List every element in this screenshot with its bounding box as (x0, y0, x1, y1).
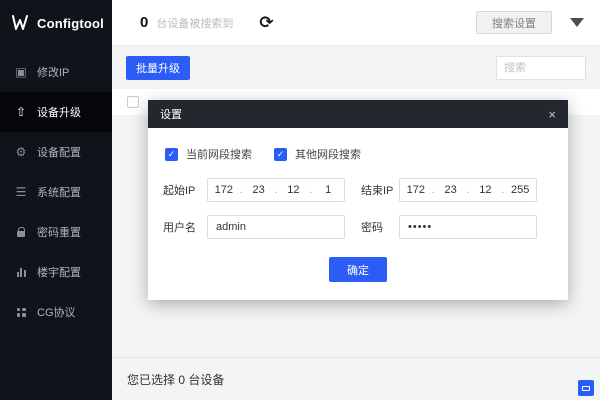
device-config-icon: ⚙ (15, 145, 27, 159)
end-ip-octet-1[interactable]: 172 (400, 184, 432, 196)
close-icon[interactable]: × (548, 108, 556, 121)
sidebar-item-label: CG协议 (37, 307, 76, 319)
start-ip-label: 起始IP (163, 185, 196, 197)
toolbar: 批量升级 (112, 46, 600, 89)
start-ip-octet-1[interactable]: 172 (208, 184, 240, 196)
filter-icon[interactable] (570, 18, 584, 27)
sidebar-item-label: 修改IP (37, 67, 70, 79)
username-input[interactable] (207, 215, 345, 239)
protocol-grid-icon (14, 307, 28, 317)
building-config-icon (14, 267, 28, 277)
select-all-checkbox[interactable] (127, 96, 139, 108)
device-count: 0 (140, 14, 149, 31)
app-title: Configtool (37, 15, 104, 31)
search-settings-button[interactable]: 搜索设置 (476, 11, 552, 34)
ok-button[interactable]: 确定 (329, 257, 387, 282)
system-config-icon: ☰ (15, 185, 27, 199)
sidebar-item-system-config[interactable]: ☰ 系统配置 (0, 172, 112, 212)
search-input[interactable] (504, 62, 578, 74)
sidebar-item-cg-protocol[interactable]: CG协议 (0, 292, 112, 332)
end-ip-label: 结束IP (361, 185, 394, 197)
password-label: 密码 (361, 222, 383, 234)
password-input[interactable] (399, 215, 537, 239)
sidebar-item-label: 设备配置 (37, 147, 81, 159)
footer-bar: 您已选择 0 台设备 (112, 357, 600, 400)
sidebar: Configtool ▣ 修改IP ⇧ 设备升级 ⚙ 设备配置 ☰ 系统配置 密… (0, 0, 112, 400)
lock-icon (14, 226, 28, 237)
subnet-checkbox-row: ✓ 当前网段搜索 ✓ 其他网段搜索 (163, 146, 553, 162)
settings-modal: 设置 × ✓ 当前网段搜索 ✓ 其他网段搜索 起始IP 172 . 23 . 1 (148, 100, 568, 300)
checkbox-other-subnet[interactable]: ✓ (274, 147, 287, 161)
batch-upgrade-button[interactable]: 批量升级 (126, 56, 190, 80)
app-logo-icon (12, 15, 28, 30)
modal-header: 设置 × (148, 100, 568, 128)
modal-title: 设置 (160, 109, 182, 121)
sidebar-item-building-config[interactable]: 楼宇配置 (0, 252, 112, 292)
checkbox-current-subnet-label: 当前网段搜索 (186, 149, 252, 161)
modal-footer: 确定 (163, 257, 553, 282)
app-window: Configtool ▣ 修改IP ⇧ 设备升级 ⚙ 设备配置 ☰ 系统配置 密… (0, 0, 600, 400)
check-icon: ✓ (276, 148, 285, 159)
end-ip-input[interactable]: 172 . 23 . 12 . 255 (399, 178, 537, 202)
end-ip-octet-2[interactable]: 23 (435, 184, 467, 196)
sidebar-item-label: 密码重置 (37, 227, 81, 239)
sidebar-menu: ▣ 修改IP ⇧ 设备升级 ⚙ 设备配置 ☰ 系统配置 密码重置 楼宇配置 CG… (0, 52, 112, 332)
check-icon: ✓ (167, 148, 176, 159)
start-ip-octet-2[interactable]: 23 (243, 184, 275, 196)
modify-ip-icon: ▣ (15, 65, 27, 79)
checkbox-other-subnet-label: 其他网段搜索 (295, 149, 361, 161)
sidebar-item-device-config[interactable]: ⚙ 设备配置 (0, 132, 112, 172)
sidebar-item-label: 设备升级 (37, 107, 81, 119)
sidebar-item-device-upgrade[interactable]: ⇧ 设备升级 (0, 92, 112, 132)
search-box[interactable] (496, 56, 586, 80)
device-upgrade-icon: ⇧ (15, 105, 27, 119)
sidebar-item-label: 楼宇配置 (37, 267, 81, 279)
sidebar-item-password-reset[interactable]: 密码重置 (0, 212, 112, 252)
topbar: 0 台设备被搜索到 ⟳ 搜索设置 (112, 0, 600, 46)
checkbox-current-subnet[interactable]: ✓ (165, 147, 178, 161)
chat-icon[interactable] (578, 380, 594, 396)
device-count-label: 台设备被搜索到 (156, 17, 234, 30)
selection-summary: 您已选择 0 台设备 (127, 372, 225, 387)
sidebar-item-label: 系统配置 (37, 187, 81, 199)
username-label: 用户名 (163, 222, 196, 234)
start-ip-input[interactable]: 172 . 23 . 12 . 1 (207, 178, 345, 202)
credentials-row: 用户名 密码 (163, 215, 553, 239)
start-ip-octet-3[interactable]: 12 (278, 184, 310, 196)
end-ip-octet-3[interactable]: 12 (470, 184, 502, 196)
logo-row: Configtool (0, 0, 112, 46)
start-ip-octet-4[interactable]: 1 (312, 184, 344, 196)
modal-body: ✓ 当前网段搜索 ✓ 其他网段搜索 起始IP 172 . 23 . 12 . 1 (148, 128, 568, 300)
refresh-icon[interactable]: ⟳ (259, 14, 273, 31)
sidebar-item-modify-ip[interactable]: ▣ 修改IP (0, 52, 112, 92)
ip-range-row: 起始IP 172 . 23 . 12 . 1 结束IP 172 . 23 . 1… (163, 178, 553, 202)
end-ip-octet-4[interactable]: 255 (504, 184, 536, 196)
